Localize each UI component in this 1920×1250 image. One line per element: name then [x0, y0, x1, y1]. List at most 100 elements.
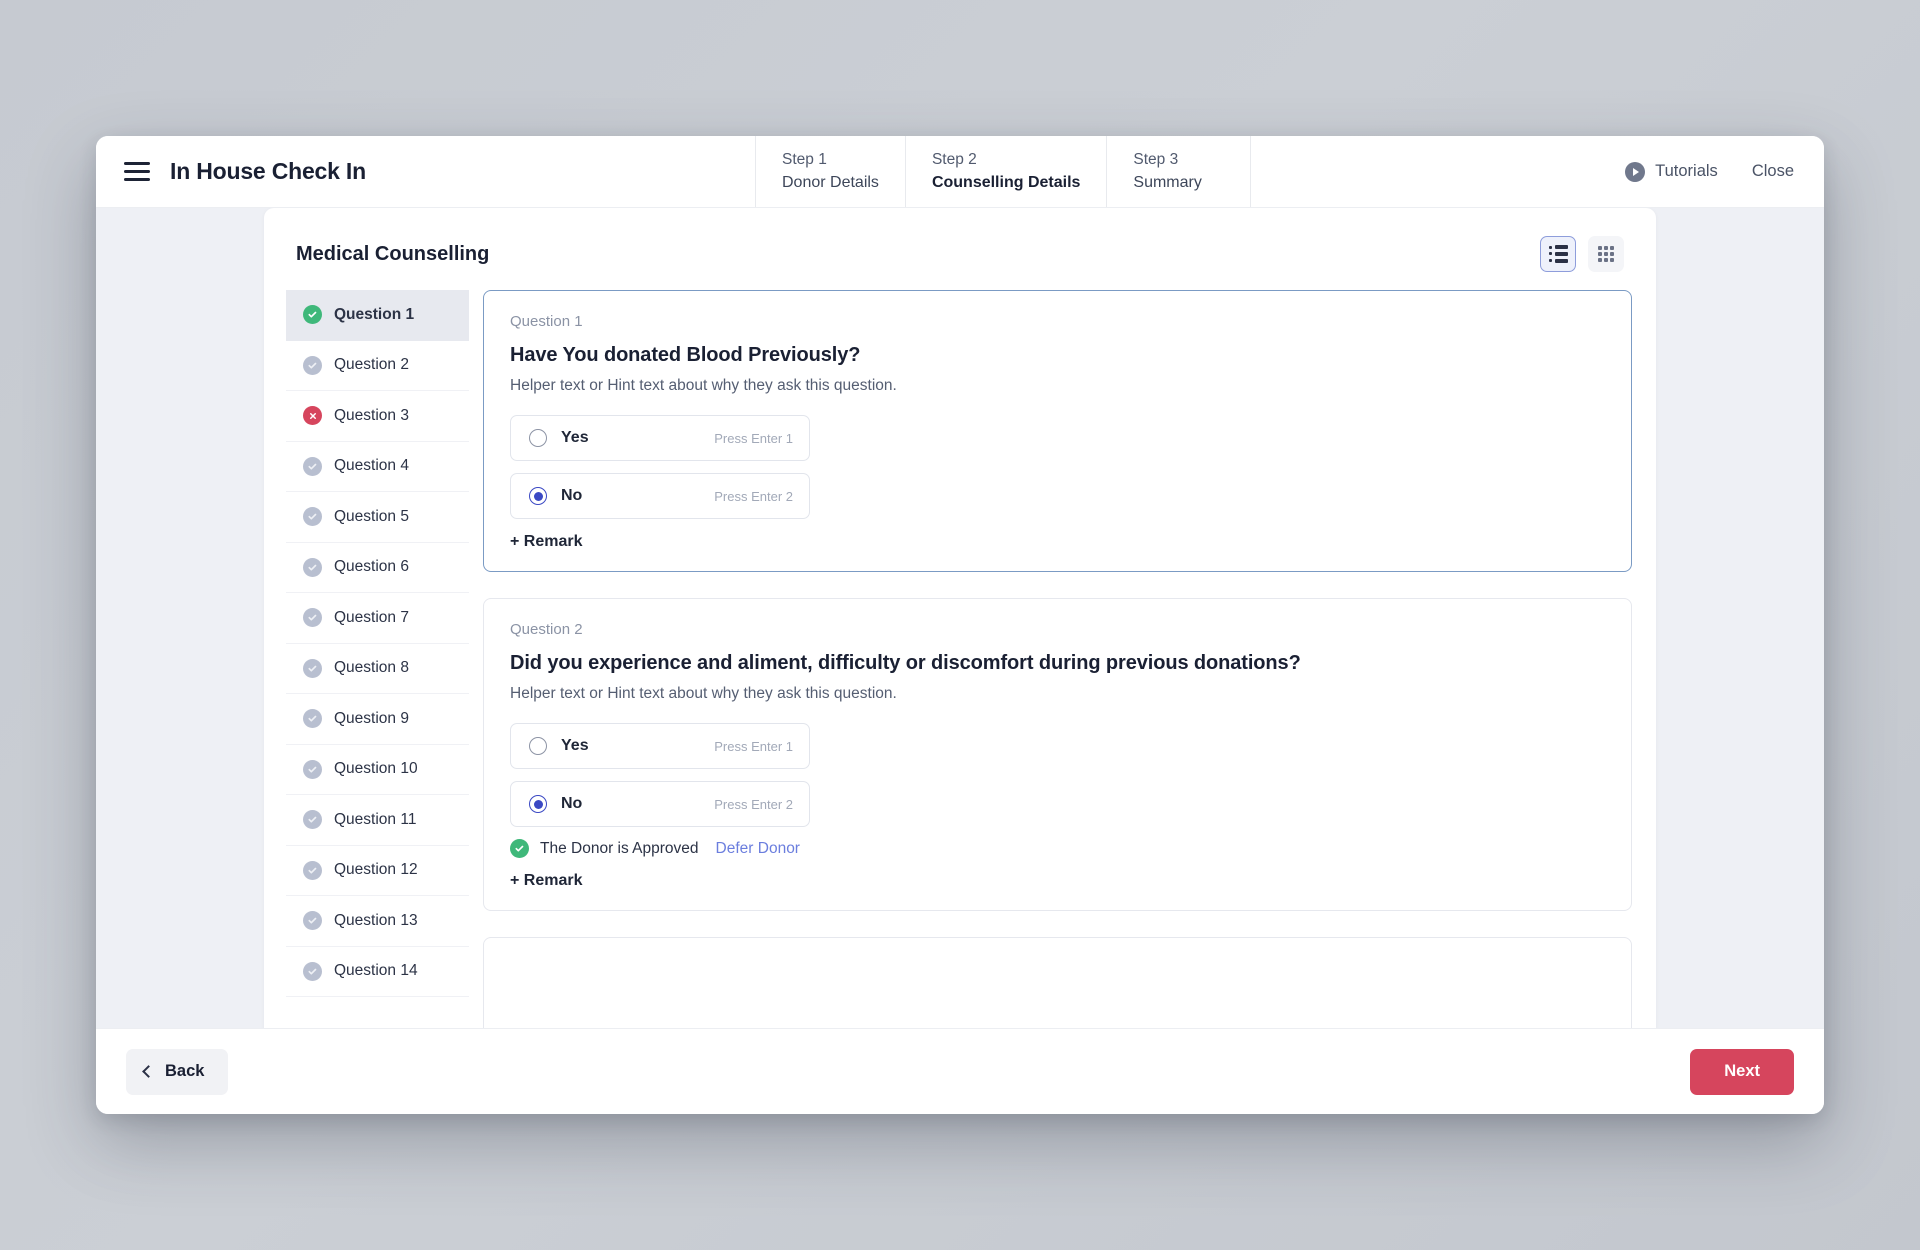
option-shortcut-hint: Press Enter 2 — [714, 488, 793, 504]
close-button[interactable]: Close — [1752, 162, 1794, 181]
tutorials-button[interactable]: Tutorials — [1625, 161, 1718, 182]
check-circle-icon — [303, 759, 322, 779]
sidebar-item-label: Question 12 — [334, 861, 418, 879]
sidebar-item-question-3[interactable]: Question 3 — [286, 391, 469, 442]
option-shortcut-hint: Press Enter 1 — [714, 738, 793, 754]
check-circle-icon — [510, 839, 529, 858]
next-button[interactable]: Next — [1690, 1048, 1794, 1095]
option-shortcut-hint: Press Enter 1 — [714, 430, 793, 446]
counselling-panel: Medical Counselling Question 1 Question … — [264, 208, 1656, 1028]
radio-icon-selected[interactable] — [529, 487, 547, 505]
sidebar-item-label: Question 1 — [334, 305, 415, 323]
top-bar: In House Check In Step 1 Donor Details S… — [96, 136, 1824, 208]
step-item-3[interactable]: Step 3 Summary — [1107, 136, 1252, 207]
option-yes[interactable]: Yes Press Enter 1 — [510, 723, 810, 769]
sidebar-item-question-14[interactable]: Question 14 — [286, 947, 469, 997]
sidebar-item-question-9[interactable]: Question 9 — [286, 694, 469, 745]
check-circle-icon — [303, 355, 322, 375]
sidebar-item-label: Question 9 — [334, 709, 409, 727]
top-bar-right: Tutorials Close — [1595, 136, 1824, 207]
panel-body: Question 1 Question 2 Question 3 Questio… — [264, 290, 1656, 1028]
step-item-1[interactable]: Step 1 Donor Details — [756, 136, 906, 207]
sidebar-item-question-1[interactable]: Question 1 — [286, 290, 469, 341]
option-label: Yes — [561, 429, 589, 446]
check-circle-icon — [303, 305, 322, 325]
back-button[interactable]: Back — [126, 1048, 229, 1095]
list-view-button[interactable] — [1540, 236, 1576, 272]
radio-icon[interactable] — [529, 737, 547, 755]
check-circle-icon — [303, 709, 322, 729]
question-text: Have You donated Blood Previously? — [510, 344, 861, 366]
option-shortcut-hint: Press Enter 2 — [714, 796, 793, 812]
sidebar-item-question-6[interactable]: Question 6 — [286, 543, 469, 593]
footer-bar: Back Next — [96, 1028, 1824, 1114]
close-circle-icon — [303, 406, 322, 426]
top-bar-left: In House Check In — [96, 136, 756, 207]
sidebar-item-label: Question 14 — [334, 962, 418, 980]
option-label: No — [561, 795, 583, 812]
question-card-2[interactable]: Question 2 Did you experience and alimen… — [483, 598, 1632, 911]
hamburger-icon[interactable] — [124, 162, 150, 181]
content-area: Medical Counselling Question 1 Question … — [96, 208, 1824, 1028]
check-circle-icon — [303, 810, 322, 830]
add-remark-button[interactable]: + Remark — [510, 533, 1605, 551]
sidebar-item-label: Question 10 — [334, 760, 418, 778]
sidebar-item-question-8[interactable]: Question 8 — [286, 644, 469, 694]
step-number: Step 3 — [1133, 151, 1179, 168]
check-circle-icon — [303, 860, 322, 880]
sidebar-item-question-4[interactable]: Question 4 — [286, 442, 469, 492]
panel-title: Medical Counselling — [296, 242, 490, 265]
grid-view-icon — [1598, 246, 1614, 262]
question-hint: Helper text or Hint text about why they … — [510, 377, 897, 394]
question-index-label: Question 2 — [510, 621, 583, 638]
step-item-2[interactable]: Step 2 Counselling Details — [906, 136, 1108, 207]
sidebar-item-question-12[interactable]: Question 12 — [286, 846, 469, 896]
sidebar-item-question-13[interactable]: Question 13 — [286, 896, 469, 947]
sidebar-item-label: Question 13 — [334, 911, 418, 929]
sidebar-item-label: Question 5 — [334, 507, 409, 525]
donor-approval-row: The Donor is Approved Defer Donor — [510, 839, 1605, 858]
check-circle-icon — [303, 658, 322, 678]
panel-header: Medical Counselling — [264, 208, 1656, 290]
option-yes[interactable]: Yes Press Enter 1 — [510, 415, 810, 461]
sidebar-item-label: Question 7 — [334, 608, 409, 626]
question-card-3-partial[interactable] — [483, 937, 1632, 1028]
sidebar-item-label: Question 6 — [334, 558, 409, 576]
sidebar-item-label: Question 2 — [334, 356, 409, 374]
question-index-label: Question 1 — [510, 313, 583, 330]
app-window: In House Check In Step 1 Donor Details S… — [96, 136, 1824, 1114]
option-label: No — [561, 487, 583, 504]
chevron-left-icon — [142, 1065, 155, 1078]
sidebar-item-label: Question 11 — [334, 810, 417, 828]
sidebar-item-question-5[interactable]: Question 5 — [286, 492, 469, 543]
defer-donor-link[interactable]: Defer Donor — [716, 840, 800, 858]
sidebar-item-question-2[interactable]: Question 2 — [286, 341, 469, 391]
question-nav-list[interactable]: Question 1 Question 2 Question 3 Questio… — [264, 290, 469, 1028]
grid-view-button[interactable] — [1588, 236, 1624, 272]
check-circle-icon — [303, 911, 322, 931]
check-circle-icon — [303, 456, 322, 476]
check-circle-icon — [303, 557, 322, 577]
option-label: Yes — [561, 737, 589, 754]
sidebar-item-question-10[interactable]: Question 10 — [286, 745, 469, 795]
status-badge: The Donor is Approved — [540, 839, 699, 857]
sidebar-item-question-7[interactable]: Question 7 — [286, 593, 469, 644]
step-label: Summary — [1133, 174, 1202, 191]
step-number: Step 1 — [782, 151, 827, 168]
step-label: Counselling Details — [931, 174, 1081, 191]
sidebar-item-question-11[interactable]: Question 11 — [286, 795, 469, 846]
step-label: Donor Details — [782, 174, 879, 191]
add-remark-button[interactable]: + Remark — [510, 872, 1605, 890]
sidebar-item-label: Question 3 — [334, 406, 409, 424]
question-card-1[interactable]: Question 1 Have You donated Blood Previo… — [483, 290, 1632, 572]
option-no[interactable]: No Press Enter 2 — [510, 473, 810, 519]
page-title: In House Check In — [170, 158, 366, 184]
question-cards-scroll[interactable]: Question 1 Have You donated Blood Previo… — [469, 290, 1656, 1028]
step-nav: Step 1 Donor Details Step 2 Counselling … — [756, 136, 1252, 207]
option-no[interactable]: No Press Enter 2 — [510, 781, 810, 827]
check-circle-icon — [303, 608, 322, 628]
list-view-icon — [1548, 245, 1568, 263]
radio-icon[interactable] — [529, 429, 547, 447]
check-circle-icon — [303, 507, 322, 527]
radio-icon-selected[interactable] — [529, 795, 547, 813]
